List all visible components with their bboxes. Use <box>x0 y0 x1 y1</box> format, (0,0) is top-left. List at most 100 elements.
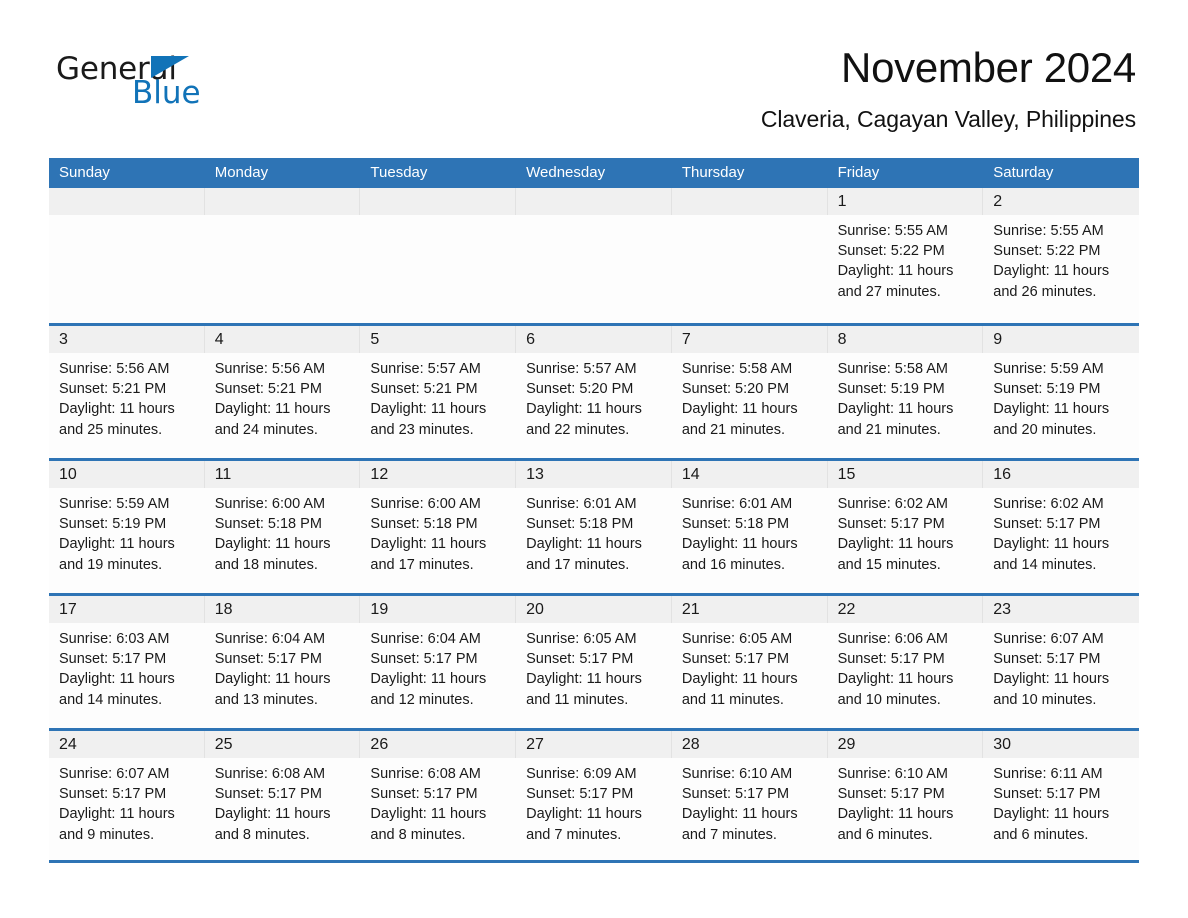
day-details: Sunrise: 6:06 AM Sunset: 5:17 PM Daylight:… <box>828 623 984 710</box>
day-details: Sunrise: 5:58 AM Sunset: 5:20 PM Daylight:… <box>672 353 828 440</box>
day-cell[interactable]: 5 Sunrise: 5:57 AM Sunset: 5:21 PM Daylight… <box>360 326 517 458</box>
daylight-line-cont: and 19 minutes. <box>59 556 163 573</box>
day-cell[interactable]: 12 Sunrise: 6:00 AM Sunset: 5:18 PM Dayligh… <box>360 461 517 593</box>
sunrise-line: Sunrise: 6:00 AM <box>214 496 326 512</box>
daylight-line-cont: and 17 minutes. <box>526 556 630 573</box>
day-number-band: 17 <box>49 596 205 623</box>
calendar-week-row: 10 Sunrise: 5:59 AM Sunset: 5:19 PM Dayligh… <box>49 458 1139 593</box>
day-details: Sunrise: 6:10 AM Sunset: 5:17 PM Daylight:… <box>672 758 828 845</box>
day-cell[interactable]: 10 Sunrise: 5:59 AM Sunset: 5:19 PM Dayligh… <box>49 461 205 593</box>
location-subtitle: Claveria, Cagayan Valley, Philippines <box>760 106 1136 133</box>
day-details: Sunrise: 5:55 AM Sunset: 5:22 PM Daylight:… <box>828 215 984 302</box>
sunset-line: Sunset: 5:17 PM <box>214 651 322 668</box>
sunrise-line: Sunrise: 5:58 AM <box>837 361 948 377</box>
day-cell[interactable]: 27 Sunrise: 6:09 AM Sunset: 5:17 PM Dayligh… <box>516 731 672 860</box>
day-cell[interactable]: 13 Sunrise: 6:01 AM Sunset: 5:18 PM Dayligh… <box>516 461 672 593</box>
day-number-band: 25 <box>204 731 361 758</box>
day-number-band: 13 <box>516 461 672 488</box>
sunrise-line: Sunrise: 5:56 AM <box>214 361 326 377</box>
day-cell[interactable]: 17 Sunrise: 6:03 AM Sunset: 5:17 PM Dayligh… <box>49 596 205 728</box>
day-number-band: 11 <box>204 461 361 488</box>
day-number-band: 26 <box>360 731 517 758</box>
daylight-line-cont: and 14 minutes. <box>993 556 1097 573</box>
day-cell[interactable]: 2 Sunrise: 5:55 AM Sunset: 5:22 PM Daylight… <box>983 188 1139 323</box>
day-cell[interactable]: 6 Sunrise: 5:57 AM Sunset: 5:20 PM Daylight… <box>516 326 672 458</box>
daylight-line: Daylight: 11 hours <box>59 671 175 688</box>
sunrise-line: Sunrise: 6:05 AM <box>526 631 637 647</box>
sunset-line: Sunset: 5:21 PM <box>59 381 167 398</box>
day-cell[interactable]: 20 Sunrise: 6:05 AM Sunset: 5:17 PM Dayligh… <box>516 596 672 728</box>
day-cell[interactable]: 30 Sunrise: 6:11 AM Sunset: 5:17 PM Dayligh… <box>983 731 1139 860</box>
day-details: Sunrise: 5:59 AM Sunset: 5:19 PM Daylight:… <box>983 353 1139 440</box>
daylight-line-cont: and 6 minutes. <box>837 826 933 843</box>
sunrise-line: Sunrise: 5:55 AM <box>837 223 948 239</box>
sunset-line: Sunset: 5:17 PM <box>993 516 1101 533</box>
daylight-line: Daylight: 11 hours <box>993 671 1110 688</box>
calendar-week-row: 24 Sunrise: 6:07 AM Sunset: 5:17 PM Dayligh… <box>49 728 1139 863</box>
sunset-line: Sunset: 5:21 PM <box>370 381 478 398</box>
day-number-band: 6 <box>516 326 672 353</box>
day-details: Sunrise: 6:09 AM Sunset: 5:17 PM Daylight:… <box>516 758 672 845</box>
sunset-line: Sunset: 5:17 PM <box>993 651 1101 668</box>
sunrise-line: Sunrise: 6:02 AM <box>993 496 1104 512</box>
day-cell[interactable]: 14 Sunrise: 6:01 AM Sunset: 5:18 PM Dayligh… <box>671 461 828 593</box>
sunset-line: Sunset: 5:17 PM <box>681 651 790 668</box>
day-cell[interactable]: 26 Sunrise: 6:08 AM Sunset: 5:17 PM Dayligh… <box>360 731 517 860</box>
day-details: Sunrise: 6:00 AM Sunset: 5:18 PM Daylight:… <box>205 488 361 575</box>
weekday-header-row: Sunday Monday Tuesday Wednesday Thursday… <box>49 158 1139 188</box>
sunset-line: Sunset: 5:22 PM <box>837 243 945 260</box>
day-number: 25 <box>214 736 233 753</box>
calendar-week-row: 3 Sunrise: 5:56 AM Sunset: 5:21 PM Daylight… <box>49 323 1139 458</box>
day-number-band: 16 <box>983 461 1139 488</box>
day-number-band: 5 <box>360 326 517 353</box>
sunrise-line: Sunrise: 6:03 AM <box>59 631 170 647</box>
day-cell[interactable]: 16 Sunrise: 6:02 AM Sunset: 5:17 PM Dayligh… <box>983 461 1139 593</box>
day-number-band: 9 <box>983 326 1139 353</box>
daylight-line-cont: and 27 minutes. <box>837 283 941 300</box>
day-cell[interactable]: 29 Sunrise: 6:10 AM Sunset: 5:17 PM Dayligh… <box>827 731 984 860</box>
daylight-line: Daylight: 11 hours <box>681 671 798 688</box>
day-number-band <box>671 188 828 215</box>
day-number-band: 22 <box>827 596 984 623</box>
day-cell[interactable]: 21 Sunrise: 6:05 AM Sunset: 5:17 PM Dayligh… <box>671 596 828 728</box>
sunrise-line: Sunrise: 6:11 AM <box>993 766 1103 782</box>
sunrise-line: Sunrise: 6:07 AM <box>59 766 170 782</box>
day-cell[interactable]: 24 Sunrise: 6:07 AM Sunset: 5:17 PM Dayligh… <box>49 731 205 860</box>
day-number: 9 <box>993 331 1003 348</box>
day-number: 19 <box>370 601 389 618</box>
sunrise-line: Sunrise: 6:00 AM <box>370 496 481 512</box>
day-details: Sunrise: 6:02 AM Sunset: 5:17 PM Daylight:… <box>983 488 1139 575</box>
day-cell[interactable]: 11 Sunrise: 6:00 AM Sunset: 5:18 PM Dayligh… <box>204 461 361 593</box>
daylight-line-cont: and 12 minutes. <box>370 691 474 708</box>
day-cell[interactable]: 7 Sunrise: 5:58 AM Sunset: 5:20 PM Daylight… <box>671 326 828 458</box>
day-cell[interactable]: 4 Sunrise: 5:56 AM Sunset: 5:21 PM Daylight… <box>204 326 361 458</box>
general-blue-logo[interactable]: General Blue <box>56 46 206 114</box>
daylight-line: Daylight: 11 hours <box>837 806 954 823</box>
day-number-band: 29 <box>827 731 984 758</box>
daylight-line-cont: and 11 minutes. <box>526 691 629 708</box>
day-cell[interactable]: 15 Sunrise: 6:02 AM Sunset: 5:17 PM Dayligh… <box>827 461 984 593</box>
daylight-line-cont: and 9 minutes. <box>59 826 155 843</box>
day-cell[interactable]: 19 Sunrise: 6:04 AM Sunset: 5:17 PM Dayligh… <box>360 596 517 728</box>
day-details <box>672 215 828 221</box>
day-details: Sunrise: 6:04 AM Sunset: 5:17 PM Daylight:… <box>360 623 516 710</box>
day-cell[interactable]: 1 Sunrise: 5:55 AM Sunset: 5:22 PM Daylight… <box>827 188 984 323</box>
day-cell[interactable]: 23 Sunrise: 6:07 AM Sunset: 5:17 PM Dayligh… <box>983 596 1139 728</box>
logo-text-blue: Blue <box>132 75 201 111</box>
daylight-line: Daylight: 11 hours <box>993 401 1110 418</box>
day-details <box>516 215 672 221</box>
sunset-line: Sunset: 5:20 PM <box>526 381 634 398</box>
day-cell[interactable]: 28 Sunrise: 6:10 AM Sunset: 5:17 PM Dayligh… <box>671 731 828 860</box>
day-cell[interactable]: 25 Sunrise: 6:08 AM Sunset: 5:17 PM Dayligh… <box>204 731 361 860</box>
daylight-line: Daylight: 11 hours <box>59 401 175 418</box>
day-cell[interactable]: 18 Sunrise: 6:04 AM Sunset: 5:17 PM Dayligh… <box>204 596 361 728</box>
day-cell[interactable]: 8 Sunrise: 5:58 AM Sunset: 5:19 PM Daylight… <box>827 326 984 458</box>
day-number: 17 <box>59 601 77 618</box>
daylight-line-cont: and 14 minutes. <box>59 691 163 708</box>
day-cell[interactable]: 22 Sunrise: 6:06 AM Sunset: 5:17 PM Dayligh… <box>827 596 984 728</box>
day-cell[interactable]: 3 Sunrise: 5:56 AM Sunset: 5:21 PM Daylight… <box>49 326 205 458</box>
daylight-line-cont: and 10 minutes. <box>993 691 1097 708</box>
day-cell[interactable]: 9 Sunrise: 5:59 AM Sunset: 5:19 PM Daylight… <box>983 326 1139 458</box>
sunrise-line: Sunrise: 6:04 AM <box>214 631 326 647</box>
day-details <box>360 215 516 221</box>
